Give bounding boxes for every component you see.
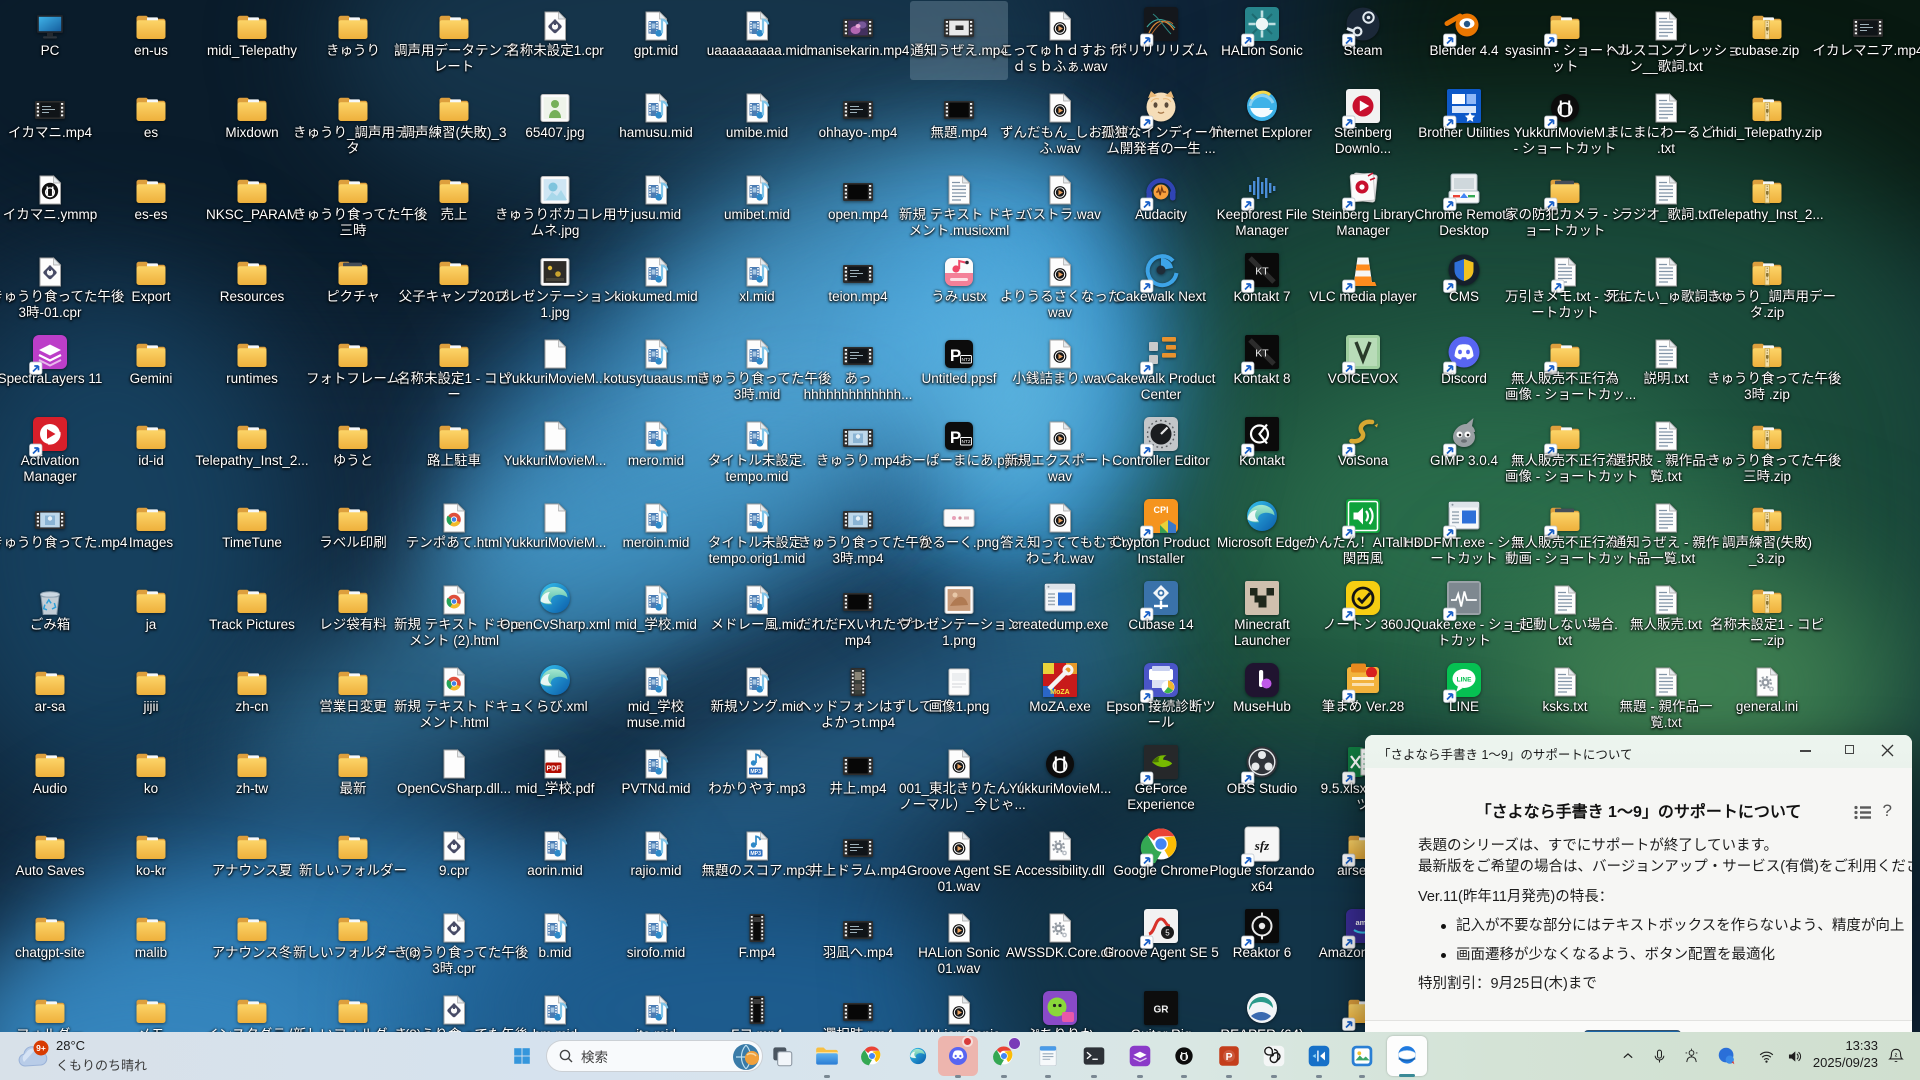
svg-text:P: P <box>1226 1052 1233 1063</box>
svg-text:9+: 9+ <box>36 1043 46 1053</box>
svg-text:z: z <box>1895 1052 1898 1058</box>
